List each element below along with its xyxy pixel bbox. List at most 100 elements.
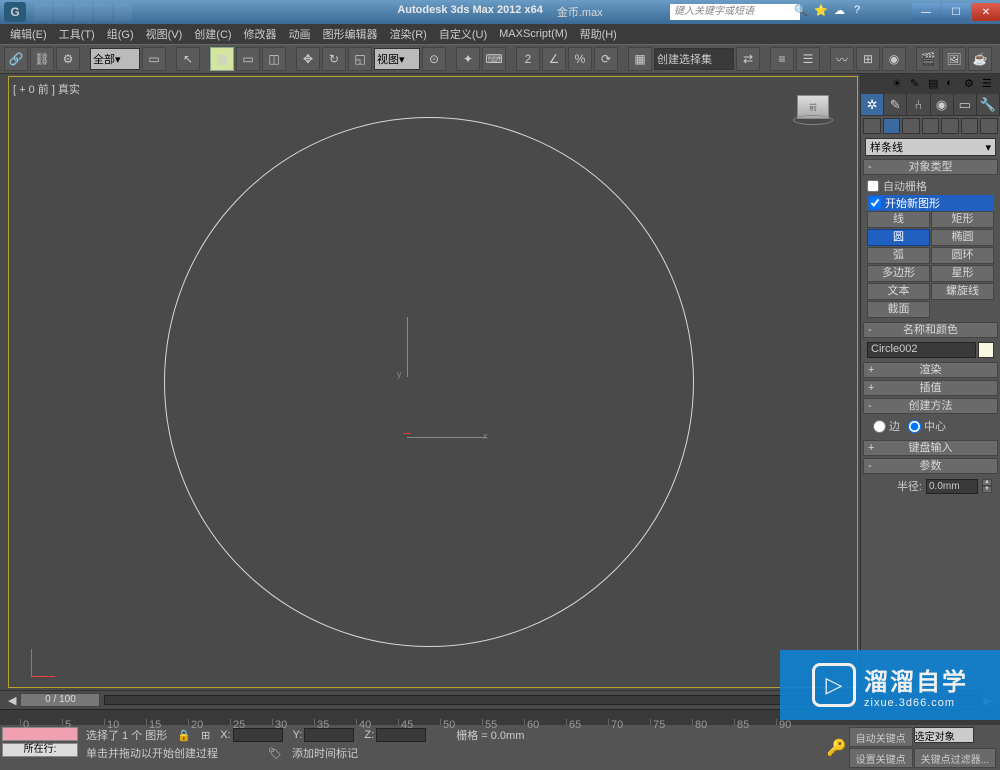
maximize-button[interactable]: ☐	[942, 3, 970, 21]
qat-undo-icon[interactable]	[94, 3, 112, 21]
subscription-icon[interactable]: ⭐	[814, 4, 830, 20]
refcoord-dropdown[interactable]: 视图 ▾	[374, 48, 420, 70]
tab-modify[interactable]: ✎	[884, 94, 907, 115]
manipulate-icon[interactable]: ✦	[456, 47, 480, 71]
shape-helix-button[interactable]: 螺旋线	[931, 283, 994, 300]
cat-helpers-icon[interactable]	[941, 118, 959, 134]
percent-snap-icon[interactable]: %	[568, 47, 592, 71]
shape-arc-button[interactable]: 弧	[867, 247, 930, 264]
render-setup-icon[interactable]: 🎬	[916, 47, 940, 71]
material-editor-icon[interactable]: ◉	[882, 47, 906, 71]
viewport-label[interactable]: [ + 0 前 ] 真实	[13, 81, 80, 97]
shape-circle-button[interactable]: 圆	[867, 229, 930, 246]
cat-cameras-icon[interactable]	[922, 118, 940, 134]
coord-y-input[interactable]	[304, 728, 354, 742]
spin-up-icon[interactable]: ▲	[982, 479, 992, 486]
tool2-icon[interactable]: ▤	[928, 77, 942, 91]
cat-lights-icon[interactable]	[902, 118, 920, 134]
rollout-render-header[interactable]: +渲染	[863, 362, 998, 378]
tab-hierarchy[interactable]: ⑃	[907, 94, 930, 115]
mirror-icon[interactable]: ⇄	[736, 47, 760, 71]
shape-donut-button[interactable]: 圆环	[931, 247, 994, 264]
select-object-icon[interactable]: ↖	[176, 47, 200, 71]
cat-shapes-icon[interactable]	[883, 118, 901, 134]
window-crossing-icon[interactable]: ◫	[262, 47, 286, 71]
qat-open-icon[interactable]	[54, 3, 72, 21]
autogrid-checkbox[interactable]: 自动栅格	[867, 177, 994, 195]
help-icon[interactable]: ?	[854, 4, 870, 20]
menu-tools[interactable]: 工具(T)	[53, 24, 101, 44]
menu-views[interactable]: 视图(V)	[140, 24, 189, 44]
menu-rendering[interactable]: 渲染(R)	[384, 24, 433, 44]
spinner-snap-icon[interactable]: ⟳	[594, 47, 618, 71]
tab-display[interactable]: ▭	[954, 94, 977, 115]
move-icon[interactable]: ✥	[296, 47, 320, 71]
align-icon[interactable]: ≡	[770, 47, 794, 71]
add-time-tag[interactable]: 添加时间标记	[292, 745, 358, 761]
cat-systems-icon[interactable]	[980, 118, 998, 134]
render-frame-icon[interactable]: 🖼	[942, 47, 966, 71]
qat-redo-icon[interactable]	[114, 3, 132, 21]
render-icon[interactable]: ☕	[968, 47, 992, 71]
select-region-icon[interactable]: ▭	[236, 47, 260, 71]
menu-modifiers[interactable]: 修改器	[238, 24, 283, 44]
link-icon[interactable]: 🔗	[4, 47, 28, 71]
viewport-front[interactable]: [ + 0 前 ] 真实 前 y x	[8, 76, 858, 688]
rotate-icon[interactable]: ↻	[322, 47, 346, 71]
qat-new-icon[interactable]	[34, 3, 52, 21]
autokey-button[interactable]: 自动关键点	[849, 727, 913, 747]
scale-icon[interactable]: ◱	[348, 47, 372, 71]
select-name-icon[interactable]: ▦	[210, 47, 234, 71]
menu-edit[interactable]: 编辑(E)	[4, 24, 53, 44]
selkey-input[interactable]: 选定对象	[914, 727, 974, 743]
method-center-radio[interactable]: 中心	[908, 418, 946, 434]
curve-editor-icon[interactable]: 〰	[830, 47, 854, 71]
tool4-icon[interactable]: ⚙	[964, 77, 978, 91]
select-icon[interactable]: ▭	[142, 47, 166, 71]
close-button[interactable]: ✕	[972, 3, 1000, 21]
object-name-input[interactable]: Circle002	[867, 342, 976, 358]
snap-icon[interactable]: 2	[516, 47, 540, 71]
tab-create[interactable]: ✲	[861, 94, 884, 115]
pivot-icon[interactable]: ⊙	[422, 47, 446, 71]
unlink-icon[interactable]: ⛓	[30, 47, 54, 71]
schematic-icon[interactable]: ⊞	[856, 47, 880, 71]
editnamed-icon[interactable]: ▦	[628, 47, 652, 71]
rollout-objecttype-header[interactable]: -对象类型	[863, 159, 998, 175]
shape-line-button[interactable]: 线	[867, 211, 930, 228]
infocenter-icon[interactable]: 🔍	[794, 4, 810, 20]
spin-down-icon[interactable]: ▼	[982, 486, 992, 493]
menu-maxscript[interactable]: MAXScript(M)	[493, 26, 573, 42]
menu-group[interactable]: 组(G)	[101, 24, 140, 44]
tool5-icon[interactable]: ☰	[982, 77, 996, 91]
menu-help[interactable]: 帮助(H)	[574, 24, 623, 44]
rollout-method-header[interactable]: -创建方法	[863, 398, 998, 414]
layers-icon[interactable]: ☰	[796, 47, 820, 71]
app-logo[interactable]: G	[4, 2, 26, 22]
rollout-name-header[interactable]: -名称和颜色	[863, 322, 998, 338]
keyfilter-button[interactable]: 关键点过滤器...	[914, 748, 996, 768]
key-icon[interactable]: 🔑	[827, 738, 847, 758]
rollout-interp-header[interactable]: +插值	[863, 380, 998, 396]
shape-ellipse-button[interactable]: 椭圆	[931, 229, 994, 246]
bind-icon[interactable]: ⚙	[56, 47, 80, 71]
menu-customize[interactable]: 自定义(U)	[433, 24, 493, 44]
qat-save-icon[interactable]	[74, 3, 92, 21]
cat-spacewarps-icon[interactable]	[961, 118, 979, 134]
rollout-keyboard-header[interactable]: +键盘输入	[863, 440, 998, 456]
radius-spinner[interactable]: 0.0mm	[926, 479, 978, 494]
named-selset-dropdown[interactable]: 创建选择集	[654, 48, 734, 70]
shape-star-button[interactable]: 星形	[931, 265, 994, 282]
method-edge-radio[interactable]: 边	[873, 418, 900, 434]
shape-rectangle-button[interactable]: 矩形	[931, 211, 994, 228]
subcategory-dropdown[interactable]: 样条线 ▾	[865, 138, 996, 156]
exchange-icon[interactable]: ☁	[834, 4, 850, 20]
minimize-button[interactable]: —	[912, 3, 940, 21]
angle-snap-icon[interactable]: ∠	[542, 47, 566, 71]
timetag-icon[interactable]: 🏷	[268, 747, 282, 760]
light-icon[interactable]: ☀	[892, 77, 906, 91]
shape-section-button[interactable]: 截面	[867, 301, 930, 318]
shape-ngon-button[interactable]: 多边形	[867, 265, 930, 282]
menu-grapheditors[interactable]: 图形编辑器	[317, 24, 384, 44]
setkey-button[interactable]: 设置关键点	[849, 748, 913, 768]
